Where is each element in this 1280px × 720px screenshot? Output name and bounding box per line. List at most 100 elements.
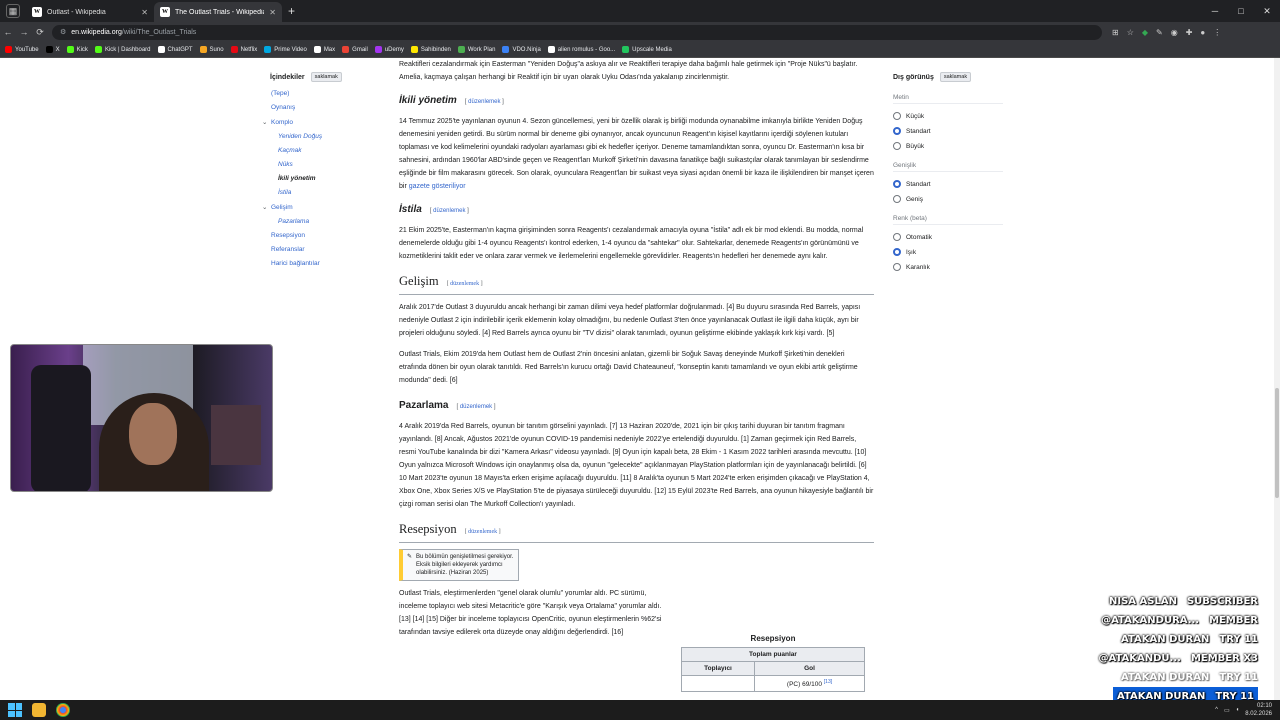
bookmark-item[interactable]: Upscale Media	[622, 46, 672, 53]
url-host: en.wikipedia.org	[71, 28, 122, 36]
windows-start-icon[interactable]	[8, 703, 22, 717]
radio-button[interactable]	[893, 263, 901, 271]
appearance-group-label: Genişlik	[893, 162, 1003, 172]
toc-item[interactable]: İkili yönetim	[278, 175, 372, 182]
page-scrollbar[interactable]	[1274, 58, 1280, 700]
edit-link[interactable]: [ düzenlemek ]	[430, 205, 469, 218]
tab-outlast[interactable]: W Outlast - Wikipedia ✕	[26, 2, 154, 22]
toc-item[interactable]: Nüks	[278, 161, 372, 168]
site-info-icon[interactable]: ⚙	[60, 28, 66, 36]
toc-item[interactable]: Referanslar	[271, 246, 372, 253]
toc-item[interactable]: ⌄ Komplo	[262, 118, 372, 126]
radio-button[interactable]	[893, 112, 901, 120]
bookmark-star-icon[interactable]: ☆	[1127, 28, 1134, 37]
bookmark-favicon-icon	[410, 46, 418, 53]
radio-button[interactable]	[893, 195, 901, 203]
pen-extension-icon[interactable]: ✎	[1156, 28, 1163, 37]
new-tab-icon[interactable]: +	[288, 4, 295, 18]
reload-icon[interactable]: ⟳	[32, 27, 48, 38]
toc-item-label: İstila	[278, 189, 292, 196]
appearance-option[interactable]: Karanlık	[893, 263, 1003, 271]
close-tab-icon[interactable]: ✕	[269, 8, 276, 17]
edit-link[interactable]: [ düzenlemek ]	[447, 278, 483, 291]
toc-item[interactable]: Yeniden Doğuş	[278, 133, 372, 140]
appearance-option[interactable]: Standart	[893, 127, 1003, 135]
puzzle-icon[interactable]: ✚	[1186, 28, 1193, 37]
file-explorer-icon[interactable]	[32, 703, 46, 717]
bookmark-favicon-icon	[45, 46, 53, 53]
radio-button[interactable]	[893, 248, 901, 256]
toc-hide-button[interactable]: saklamak	[310, 72, 342, 82]
bookmark-item[interactable]: YouTube	[5, 46, 39, 53]
clock[interactable]: 02:10 8.02.2026	[1245, 702, 1272, 718]
camera-extension-icon[interactable]: ◉	[1171, 28, 1178, 37]
edit-link[interactable]: [ düzenlemek ]	[465, 96, 504, 109]
bookmark-item[interactable]: Prime Video	[264, 46, 307, 53]
url-input[interactable]: ⚙ en.wikipedia.org/wiki/The_Outlast_Tria…	[52, 24, 1102, 40]
appearance-option[interactable]: Standart	[893, 180, 1003, 188]
toc-item[interactable]: (Tepe)	[271, 90, 372, 97]
appearance-hide-button[interactable]: saklamak	[939, 72, 972, 82]
shield-extension-icon[interactable]: ◆	[1142, 28, 1148, 37]
stream-alert-row: ATAKAN DURAN TRY 11	[1099, 630, 1258, 649]
radio-button[interactable]	[893, 142, 901, 150]
tab-outlast-trials[interactable]: W The Outlast Trials - Wikipedia ✕	[154, 2, 282, 22]
maximize-icon[interactable]: □	[1228, 6, 1254, 16]
gazete-link[interactable]: gazete gösteriliyor	[409, 183, 466, 190]
bookmark-item[interactable]: Sahibinden	[410, 46, 451, 53]
toc-item[interactable]: İstila	[278, 189, 372, 196]
bookmark-item[interactable]: Work Plan	[457, 46, 495, 53]
toc-item[interactable]: Resepsiyon	[271, 232, 372, 239]
bookmark-item[interactable]: uDemy	[374, 46, 404, 53]
alert-name: @ATAKANDURA...	[1101, 615, 1200, 626]
bookmark-item[interactable]: Netflix	[230, 46, 257, 53]
toc-item-label: Harici bağlantılar	[271, 260, 320, 267]
toc-item-label: Yeniden Doğuş	[278, 133, 323, 140]
toc-item[interactable]: Pazarlama	[278, 218, 372, 225]
appearance-option[interactable]: Geniş	[893, 195, 1003, 203]
bookmark-item[interactable]: X	[45, 46, 60, 53]
radio-button[interactable]	[893, 180, 901, 188]
bookmark-item[interactable]: Gmail	[342, 46, 368, 53]
radio-button[interactable]	[893, 233, 901, 241]
heading-text: İkili yönetim	[399, 95, 457, 106]
forward-icon[interactable]: →	[16, 27, 32, 37]
citation-link[interactable]: [13]	[824, 679, 832, 685]
network-icon[interactable]: ▭	[1224, 707, 1230, 714]
scrollbar-thumb[interactable]	[1275, 388, 1279, 498]
toc-item[interactable]: Harici bağlantılar	[271, 260, 372, 267]
toc-item[interactable]: Oynanış	[271, 104, 372, 111]
minimize-icon[interactable]: ─	[1202, 6, 1228, 16]
appearance-option[interactable]: Otomatik	[893, 233, 1003, 241]
bookmark-item[interactable]: Kick | Dashboard	[94, 46, 151, 53]
close-window-icon[interactable]: ✕	[1254, 6, 1280, 17]
bookmark-item[interactable]: Suno	[199, 46, 224, 53]
toc-item[interactable]: ⌄ Gelişim	[262, 203, 372, 211]
close-tab-icon[interactable]: ✕	[141, 8, 148, 17]
bookmark-item[interactable]: Kick	[66, 46, 88, 53]
edit-link[interactable]: [ düzenlemek ]	[456, 401, 495, 414]
menu-kebab-icon[interactable]: ⋮	[1213, 28, 1221, 37]
bookmark-favicon-icon	[622, 46, 630, 53]
translate-icon[interactable]: ⊞	[1112, 28, 1119, 37]
bookmark-label: YouTube	[15, 46, 39, 53]
chevron-up-icon[interactable]: ^	[1215, 707, 1218, 713]
tab-search-icon[interactable]: ▦	[6, 4, 20, 18]
radio-button[interactable]	[893, 127, 901, 135]
back-icon[interactable]: ←	[0, 27, 16, 37]
bookmark-item[interactable]: Max	[313, 46, 335, 53]
bookmark-item[interactable]: VDO.Ninja	[502, 46, 541, 53]
bookmark-item[interactable]: ChatGPT	[157, 46, 193, 53]
chevron-down-icon[interactable]: ⌄	[262, 203, 271, 211]
profile-icon[interactable]: ●	[1200, 28, 1205, 37]
appearance-option[interactable]: Büyük	[893, 142, 1003, 150]
appearance-option[interactable]: Küçük	[893, 112, 1003, 120]
chrome-icon[interactable]	[56, 703, 70, 717]
toc-item[interactable]: Kaçmak	[278, 147, 372, 154]
bookmark-item[interactable]: alien romulus - Goo...	[547, 46, 615, 53]
appearance-option[interactable]: Işık	[893, 248, 1003, 256]
appearance-panel: Dış görünüş saklamak Metin Küçük Standart B…	[893, 72, 1003, 278]
chevron-down-icon[interactable]: ⌄	[262, 118, 271, 126]
volume-icon[interactable]: ◖	[1236, 707, 1240, 713]
edit-link[interactable]: [ düzenlemek ]	[465, 526, 501, 539]
